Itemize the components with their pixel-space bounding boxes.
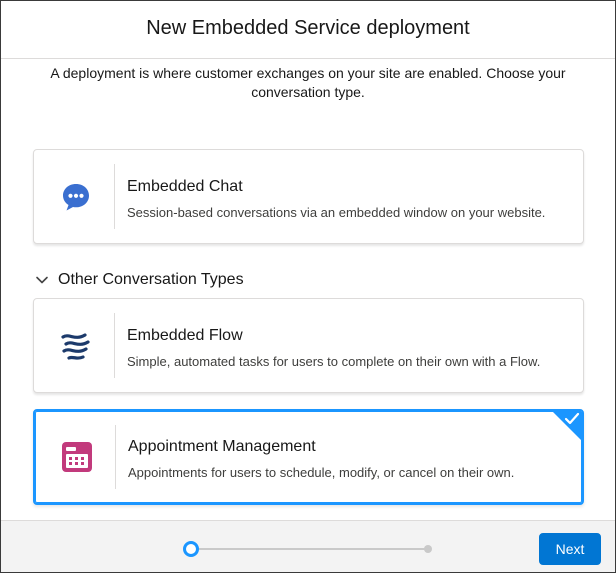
chevron-down-icon (33, 271, 51, 289)
card-title: Embedded Flow (127, 327, 243, 344)
section-label: Other Conversation Types (58, 271, 244, 288)
progress-step-next[interactable] (424, 545, 432, 553)
next-button[interactable]: Next (539, 533, 601, 565)
modal-dialog: New Embedded Service deployment A deploy… (0, 0, 616, 573)
modal-header: New Embedded Service deployment (1, 1, 615, 59)
chat-bubble-icon (56, 177, 96, 217)
progress-step-current[interactable] (183, 541, 199, 557)
intro-text: A deployment is where customer exchanges… (50, 65, 566, 100)
progress-track (191, 548, 429, 550)
flow-icon (56, 326, 96, 366)
card-title: Appointment Management (128, 438, 316, 455)
modal-title: New Embedded Service deployment (146, 17, 470, 39)
card-divider (115, 425, 116, 489)
card-divider (114, 313, 115, 378)
option-card-appointment-management[interactable]: Appointment Management Appointments for … (33, 409, 584, 505)
card-description: Appointments for users to schedule, modi… (128, 465, 515, 480)
other-conversation-types-toggle[interactable]: Other Conversation Types (33, 269, 244, 291)
modal-footer: Next (1, 520, 615, 572)
card-divider (114, 164, 115, 229)
checkmark-icon (564, 412, 580, 425)
card-description: Session-based conversations via an embed… (127, 205, 546, 220)
card-description: Simple, automated tasks for users to com… (127, 354, 541, 369)
card-title: Embedded Chat (127, 178, 243, 195)
calendar-icon (57, 437, 97, 477)
option-card-embedded-chat[interactable]: Embedded Chat Session-based conversation… (33, 149, 584, 244)
option-card-embedded-flow[interactable]: Embedded Flow Simple, automated tasks fo… (33, 298, 584, 393)
